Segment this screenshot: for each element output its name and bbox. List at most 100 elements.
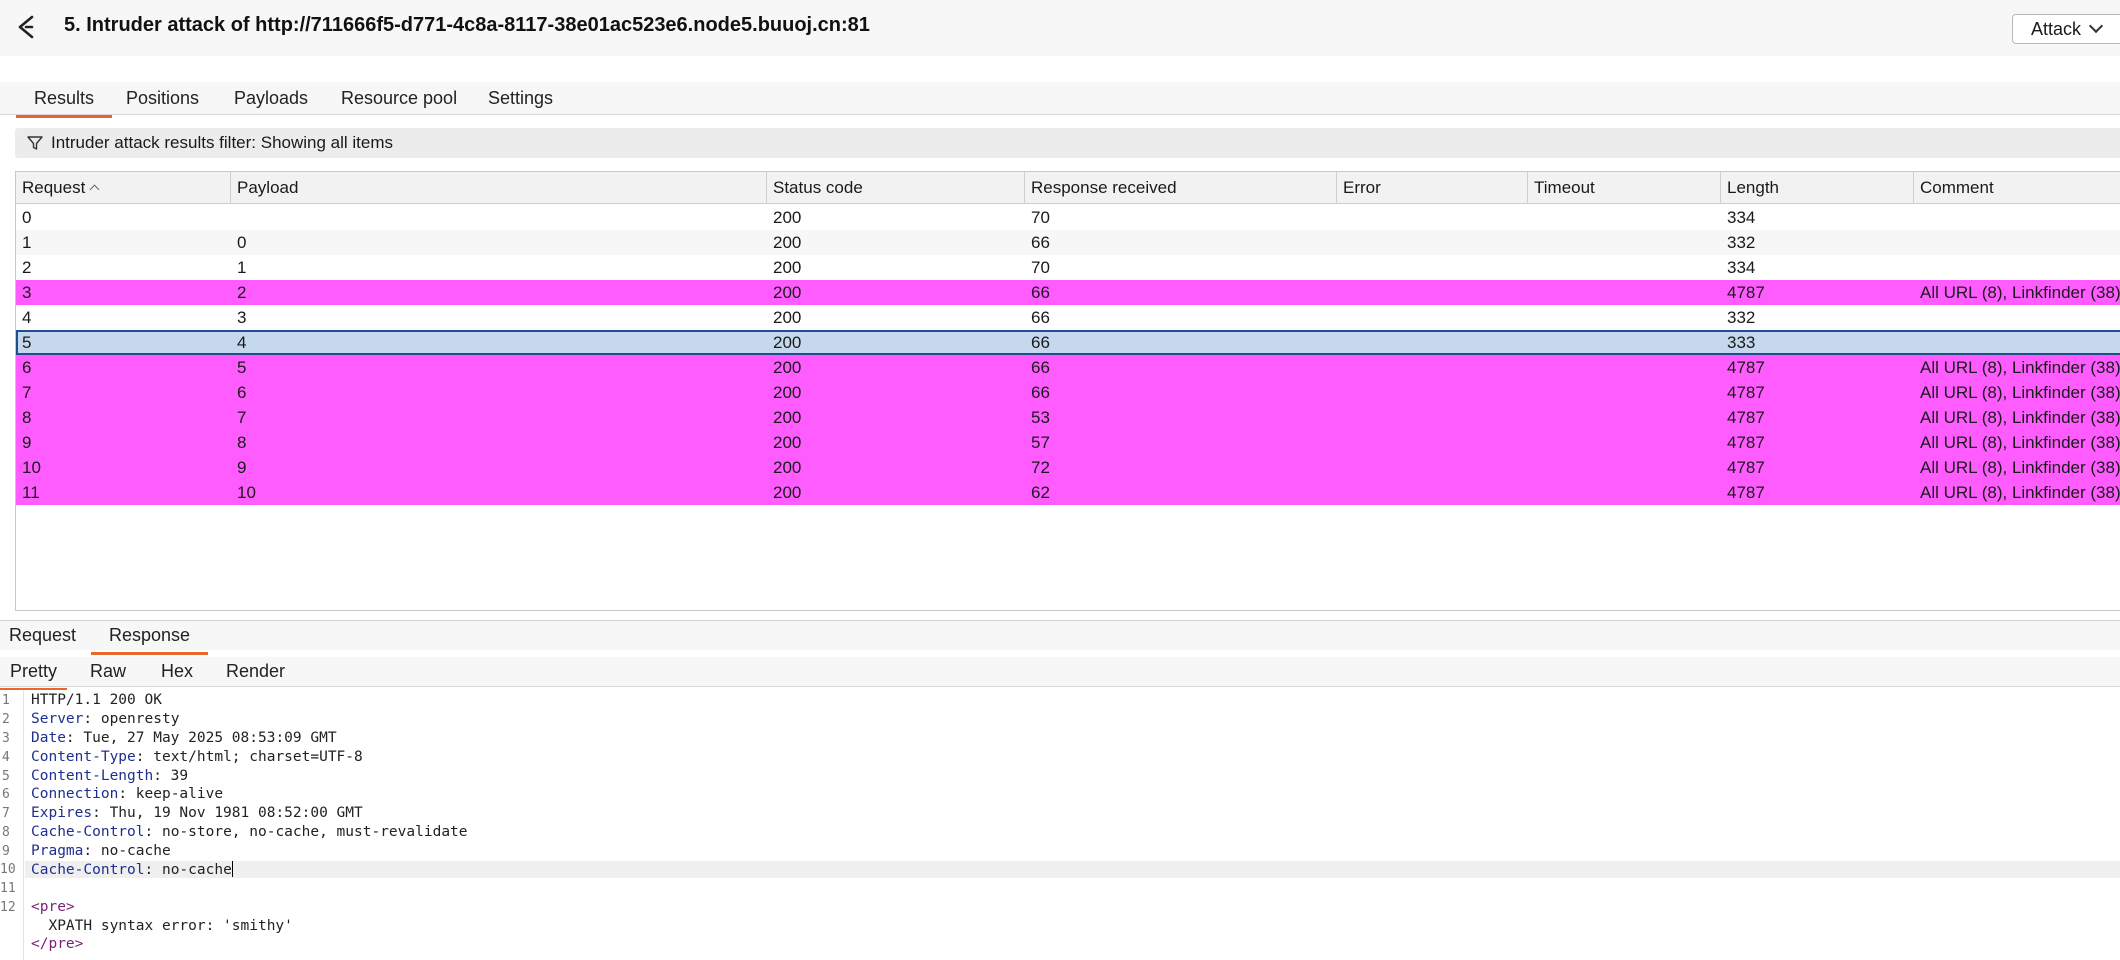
cell-length: 4787 xyxy=(1727,283,1765,302)
table-row[interactable]: 4 3 200 66 332 xyxy=(16,305,2120,330)
table-row[interactable]: 9 8 200 57 4787 All URL (8), Linkfinder (38) xyxy=(16,430,2120,455)
header-line: Date: Tue, 27 May 2025 08:53:09 GMT xyxy=(31,730,337,746)
table-row[interactable]: 2 1 200 70 334 xyxy=(16,255,2120,280)
header-line: Content-Type: text/html; charset=UTF-8 xyxy=(31,749,363,765)
header-line: Expires: Thu, 19 Nov 1981 08:52:00 GMT xyxy=(31,805,363,821)
header-line: Server: openresty xyxy=(31,711,180,727)
cell-payload: 8 xyxy=(237,433,247,452)
cell-response-received: 70 xyxy=(1031,258,1050,277)
filter-funnel-icon xyxy=(27,136,43,150)
header-line: Pragma: no-cache xyxy=(31,843,171,859)
cell-length: 332 xyxy=(1727,233,1756,252)
cell-request: 5 xyxy=(22,333,32,352)
burp-intruder-icon xyxy=(18,15,34,39)
column-header-response-received[interactable]: Response received xyxy=(1025,172,1337,204)
cell-payload: 3 xyxy=(237,308,247,327)
view-tabs: Pretty Raw Hex Render xyxy=(0,657,2120,691)
line-number: 2 xyxy=(2,712,10,727)
cell-status-code: 200 xyxy=(773,233,802,252)
chevron-down-icon xyxy=(2088,18,2104,34)
cell-status-code: 200 xyxy=(773,333,802,352)
line-number: 9 xyxy=(2,844,10,859)
cell-response-received: 62 xyxy=(1031,483,1050,502)
cell-payload: 1 xyxy=(237,258,247,277)
cell-status-code: 200 xyxy=(773,458,802,477)
column-header-length[interactable]: Length xyxy=(1721,172,1914,204)
cell-status-code: 200 xyxy=(773,308,802,327)
title-bar: 5. Intruder attack of http://711666f5-d7… xyxy=(0,0,2120,56)
cell-payload: 2 xyxy=(237,283,247,302)
attack-menu-button[interactable]: Attack xyxy=(2012,14,2120,44)
attack-button-label: Attack xyxy=(2031,19,2082,39)
body-close-tag: </pre> xyxy=(31,936,84,952)
column-header-status-code[interactable]: Status code xyxy=(767,172,1025,204)
cell-request: 8 xyxy=(22,408,32,427)
cell-request: 10 xyxy=(22,458,41,477)
cell-response-received: 72 xyxy=(1031,458,1050,477)
table-row[interactable]: 5 4 200 66 333 xyxy=(16,330,2120,355)
tab-request[interactable]: Request xyxy=(9,625,76,652)
table-row[interactable]: 7 6 200 66 4787 All URL (8), Linkfinder (38) xyxy=(16,380,2120,405)
cell-comment: All URL (8), Linkfinder (38) xyxy=(1920,458,2120,477)
table-row[interactable]: 10 9 200 72 4787 All URL (8), Linkfinder (38) xyxy=(16,455,2120,480)
column-header-error[interactable]: Error xyxy=(1337,172,1528,204)
table-row[interactable]: 3 2 200 66 4787 All URL (8), Linkfinder (38) xyxy=(16,280,2120,305)
cell-length: 4787 xyxy=(1727,433,1765,452)
cell-response-received: 66 xyxy=(1031,333,1050,352)
cell-status-code: 200 xyxy=(773,383,802,402)
line-number: 10 xyxy=(0,862,16,877)
cell-payload: 7 xyxy=(237,408,247,427)
cell-request: 0 xyxy=(22,208,32,227)
cell-response-received: 66 xyxy=(1031,283,1050,302)
attack-tabs: Results Positions Payloads Resource pool… xyxy=(0,82,2120,118)
cell-response-received: 53 xyxy=(1031,408,1050,427)
table-header: Request Payload Status code Response rec… xyxy=(16,172,2120,204)
cell-response-received: 66 xyxy=(1031,358,1050,377)
cell-payload: 5 xyxy=(237,358,247,377)
table-row[interactable]: 8 7 200 53 4787 All URL (8), Linkfinder (38) xyxy=(16,405,2120,430)
cell-comment: All URL (8), Linkfinder (38) xyxy=(1920,383,2120,402)
cell-status-code: 200 xyxy=(773,258,802,277)
line-number: 11 xyxy=(0,881,16,896)
tab-results[interactable]: Results xyxy=(16,88,113,118)
header-line: Cache-Control: no-store, no-cache, must-… xyxy=(31,824,468,840)
tab-resource-pool[interactable]: Resource pool xyxy=(341,88,457,115)
column-header-request[interactable]: Request xyxy=(16,172,231,204)
table-row[interactable]: 0 200 70 334 xyxy=(16,205,2120,230)
tab-positions[interactable]: Positions xyxy=(126,88,199,115)
cell-response-received: 57 xyxy=(1031,433,1050,452)
tab-pretty[interactable]: Pretty xyxy=(0,661,68,691)
column-header-timeout[interactable]: Timeout xyxy=(1528,172,1721,204)
table-row[interactable]: 11 10 200 62 4787 All URL (8), Linkfinder (38… xyxy=(16,480,2120,505)
column-header-payload[interactable]: Payload xyxy=(231,172,767,204)
cell-length: 334 xyxy=(1727,258,1756,277)
body-open-tag: <pre> xyxy=(31,899,75,915)
cell-status-code: 200 xyxy=(773,408,802,427)
header-line: Content-Length: 39 xyxy=(31,768,189,784)
cell-payload: 9 xyxy=(237,458,247,477)
text-caret xyxy=(231,861,233,877)
filter-text: Intruder attack results filter: Showing … xyxy=(51,133,394,152)
table-row[interactable]: 1 0 200 66 332 xyxy=(16,230,2120,255)
cell-request: 3 xyxy=(22,283,32,302)
cell-comment: All URL (8), Linkfinder (38) xyxy=(1920,358,2120,377)
cell-request: 6 xyxy=(22,358,32,377)
line-number: 3 xyxy=(2,731,10,746)
cell-payload: 10 xyxy=(237,483,256,502)
cell-comment: All URL (8), Linkfinder (38) xyxy=(1920,408,2120,427)
cell-length: 334 xyxy=(1727,208,1756,227)
column-header-comment[interactable]: Comment xyxy=(1914,172,2120,204)
tab-render[interactable]: Render xyxy=(226,661,285,688)
cell-response-received: 66 xyxy=(1031,308,1050,327)
tab-response[interactable]: Response xyxy=(91,625,209,655)
table-row[interactable]: 6 5 200 66 4787 All URL (8), Linkfinder (38) xyxy=(16,355,2120,380)
cell-request: 4 xyxy=(22,308,32,327)
results-filter-bar[interactable]: Intruder attack results filter: Showing … xyxy=(15,128,2120,158)
tab-hex[interactable]: Hex xyxy=(161,661,193,688)
tab-raw[interactable]: Raw xyxy=(90,661,126,688)
tab-settings[interactable]: Settings xyxy=(488,88,553,115)
tab-payloads[interactable]: Payloads xyxy=(234,88,308,115)
response-editor[interactable]: 1 2 3 4 5 6 7 8 9 10 11 12 HTTP/1.1 200 … xyxy=(0,690,2120,960)
cell-response-received: 66 xyxy=(1031,383,1050,402)
line-number: 7 xyxy=(2,806,10,821)
